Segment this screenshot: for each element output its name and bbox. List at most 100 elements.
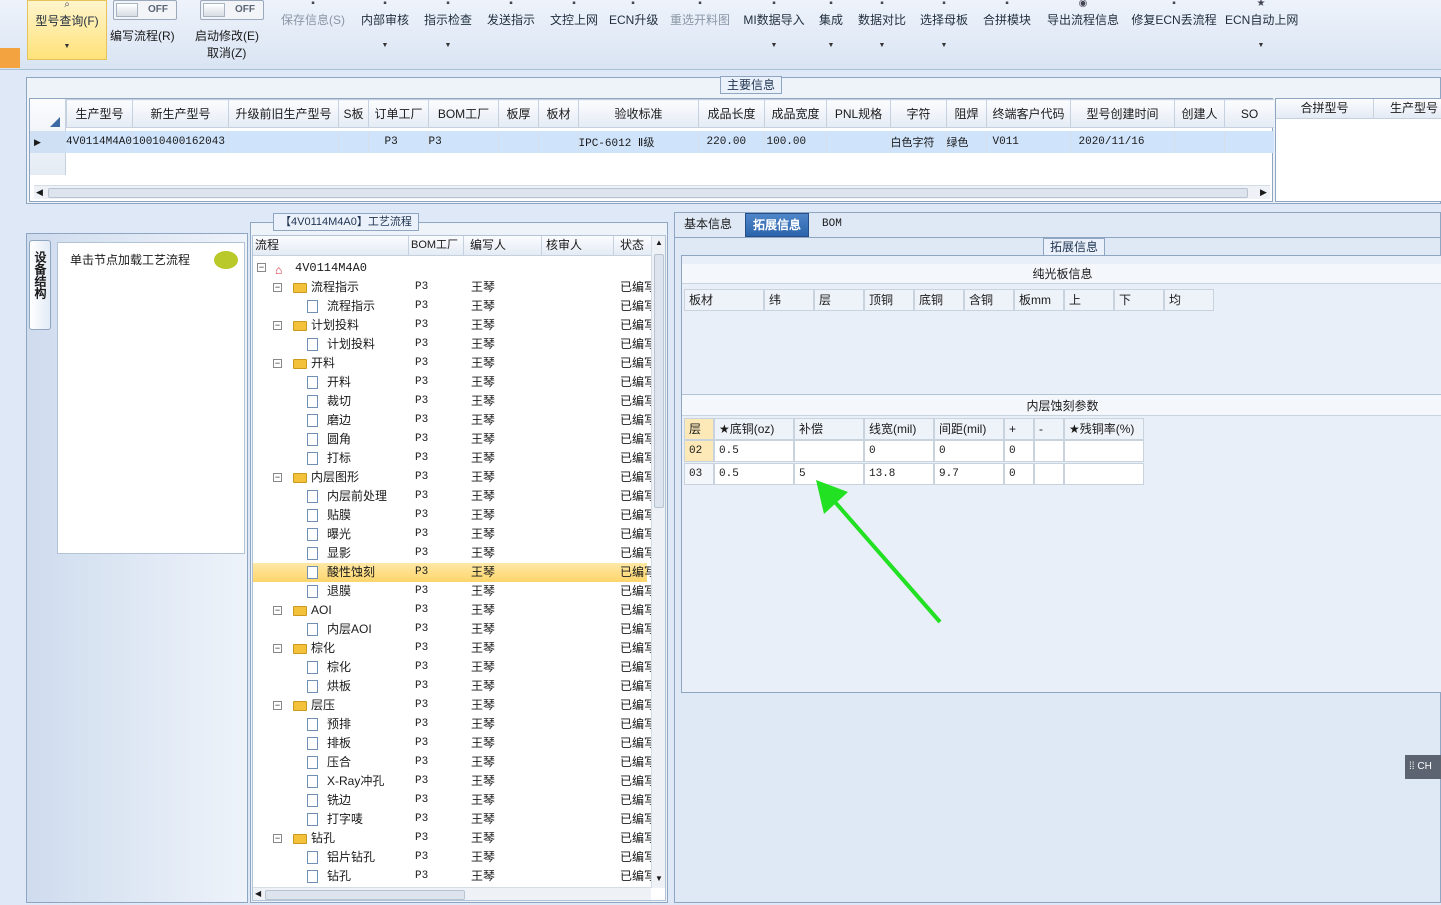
tree-root[interactable]: − ⌂ 4V0114M4A0 bbox=[253, 259, 647, 278]
etch-value-cell[interactable] bbox=[1034, 463, 1064, 485]
col-header[interactable]: SO bbox=[1224, 99, 1274, 128]
collapse-icon[interactable]: − bbox=[273, 359, 282, 368]
cancel-button[interactable]: 取消(Z) bbox=[207, 44, 246, 61]
collapse-icon[interactable]: − bbox=[257, 263, 266, 272]
tree-leaf-node[interactable]: 内层前处理 P3 王琴 已编写 bbox=[253, 487, 651, 506]
tree-leaf-node[interactable]: 压合 P3 王琴 已编写 bbox=[253, 753, 651, 772]
etch-value-cell[interactable]: 0 bbox=[934, 440, 1004, 462]
collapse-icon[interactable]: − bbox=[273, 283, 282, 292]
internal-review-button[interactable]: ▪ 内部审核 ▼ bbox=[358, 0, 412, 62]
tree-leaf-node[interactable]: 圆角 P3 王琴 已编写 bbox=[253, 430, 651, 449]
tree-horizontal-scrollbar[interactable]: ◀ bbox=[253, 887, 651, 900]
tree-leaf-node[interactable]: 预排 P3 王琴 已编写 bbox=[253, 715, 651, 734]
plain-board-col-header[interactable]: 含铜 bbox=[964, 289, 1014, 311]
instruction-check-button[interactable]: ▪ 指示检查 ▼ bbox=[421, 0, 475, 62]
plain-board-col-header[interactable]: 纬 bbox=[764, 289, 814, 311]
etch-value-cell[interactable] bbox=[1034, 440, 1064, 462]
scroll-left-arrow[interactable]: ◀ bbox=[36, 187, 43, 198]
export-flow-button[interactable]: ◉ 导出流程信息 bbox=[1044, 0, 1122, 62]
tree-folder-node[interactable]: − 流程指示 P3 王琴 已编写 bbox=[253, 278, 651, 297]
etch-value-cell[interactable] bbox=[1064, 463, 1144, 485]
cell-char[interactable]: 白色字符 bbox=[890, 131, 947, 153]
scroll-thumb[interactable] bbox=[48, 188, 1248, 198]
tree-leaf-node[interactable]: 开料 P3 王琴 已编写 bbox=[253, 373, 651, 392]
tree-leaf-node[interactable]: X-Ray冲孔 P3 王琴 已编写 bbox=[253, 772, 651, 791]
tree-folder-node[interactable]: − 内层图形 P3 王琴 已编写 bbox=[253, 468, 651, 487]
tree-leaf-node[interactable]: 显影 P3 王琴 已编写 bbox=[253, 544, 651, 563]
horizontal-scrollbar[interactable]: ◀ ▶ bbox=[34, 185, 1270, 199]
save-info-button[interactable]: ▪ 保存信息(S) bbox=[278, 0, 348, 62]
tree-folder-node[interactable]: − 棕化 P3 王琴 已编写 bbox=[253, 639, 651, 658]
col-header[interactable]: 验收标准 bbox=[578, 99, 699, 128]
collapse-icon[interactable]: − bbox=[273, 321, 282, 330]
etch-col-header[interactable]: - bbox=[1034, 418, 1064, 440]
tab-bom[interactable]: BOM bbox=[815, 213, 849, 237]
scroll-thumb[interactable] bbox=[265, 890, 465, 900]
mi-import-button[interactable]: ▪ MI数据导入 ▼ bbox=[741, 0, 807, 62]
cell-created[interactable]: 2020/11/16 bbox=[1070, 131, 1175, 153]
reselect-cutting-button[interactable]: ▪ 重选开料图 bbox=[666, 0, 734, 62]
tree-leaf-node[interactable]: 曝光 P3 王琴 已编写 bbox=[253, 525, 651, 544]
cell-order-factory[interactable]: P3 bbox=[368, 131, 429, 153]
ecn-auto-online-button[interactable]: ★ ECN自动上网 ▼ bbox=[1225, 0, 1298, 62]
etch-value-cell[interactable]: 0 bbox=[1004, 463, 1034, 485]
tree-leaf-node[interactable]: 磨边 P3 王琴 已编写 bbox=[253, 411, 651, 430]
tree-leaf-node[interactable]: 内层AOI P3 王琴 已编写 bbox=[253, 620, 651, 639]
data-compare-button[interactable]: ▪ 数据对比 ▼ bbox=[855, 0, 909, 62]
plain-board-col-header[interactable]: 板mm bbox=[1014, 289, 1064, 311]
plain-board-col-header[interactable]: 层 bbox=[814, 289, 864, 311]
merge-module-button[interactable]: ▪ 合拼模块 bbox=[980, 0, 1034, 62]
merged-header-2[interactable]: 生产型号 bbox=[1374, 99, 1441, 119]
tab-extended-info[interactable]: 拓展信息 bbox=[745, 213, 810, 237]
col-header[interactable]: 升级前旧生产型号 bbox=[228, 99, 339, 128]
cell-so[interactable] bbox=[1224, 131, 1274, 153]
cell-model[interactable]: 4V0114M4A0 bbox=[66, 131, 133, 153]
tree-leaf-node[interactable]: 打标 P3 王琴 已编写 bbox=[253, 449, 651, 468]
integrate-button[interactable]: ▪ 集成 ▼ bbox=[814, 0, 848, 62]
tree-leaf-node[interactable]: 烘板 P3 王琴 已编写 bbox=[253, 677, 651, 696]
cell-customer[interactable]: V011 bbox=[986, 131, 1071, 153]
doc-control-online-button[interactable]: ▪ 文控上网 bbox=[547, 0, 601, 62]
col-header-author[interactable]: 编写人 bbox=[464, 236, 542, 256]
scroll-thumb[interactable] bbox=[654, 254, 664, 508]
tree-leaf-node[interactable]: 铣边 P3 王琴 已编写 bbox=[253, 791, 651, 810]
plain-board-col-header[interactable]: 下 bbox=[1114, 289, 1164, 311]
col-header[interactable]: 板厚 bbox=[498, 99, 539, 128]
col-header[interactable]: 型号创建时间 bbox=[1070, 99, 1175, 128]
select-mother-board-button[interactable]: ▪ 选择母板 ▼ bbox=[917, 0, 971, 62]
ime-indicator[interactable]: ⁞⁞ CH bbox=[1405, 755, 1441, 779]
etch-value-cell[interactable]: 0 bbox=[864, 440, 934, 462]
col-header-reviewer[interactable]: 核审人 bbox=[542, 236, 614, 256]
col-header[interactable]: 成品宽度 bbox=[764, 99, 827, 128]
etch-col-header[interactable]: 层 bbox=[684, 418, 714, 440]
collapse-icon[interactable]: − bbox=[273, 473, 282, 482]
etch-value-cell[interactable]: 0.5 bbox=[714, 440, 794, 462]
plain-board-col-header[interactable]: 顶铜 bbox=[864, 289, 914, 311]
tree-folder-node[interactable]: − 层压 P3 王琴 已编写 bbox=[253, 696, 651, 715]
col-header[interactable]: 生产型号 bbox=[66, 99, 133, 128]
col-header-flow[interactable]: 流程 bbox=[253, 236, 409, 256]
collapse-icon[interactable]: − bbox=[273, 644, 282, 653]
col-header[interactable]: 终端客户代码 bbox=[986, 99, 1071, 128]
col-header[interactable]: 成品长度 bbox=[698, 99, 765, 128]
scroll-down-arrow[interactable]: ▼ bbox=[655, 874, 663, 883]
etch-value-cell[interactable] bbox=[794, 440, 864, 462]
etch-layer-cell[interactable]: 03 bbox=[684, 463, 714, 485]
cell-creator[interactable] bbox=[1174, 131, 1225, 153]
tree-leaf-node[interactable]: 酸性蚀刻 P3 王琴 已编写 bbox=[253, 563, 651, 582]
cell-material[interactable] bbox=[538, 131, 579, 153]
collapse-icon[interactable]: − bbox=[273, 606, 282, 615]
etch-col-header[interactable]: 间距(mil) bbox=[934, 418, 1004, 440]
cell-pnl[interactable] bbox=[826, 131, 891, 153]
tree-leaf-node[interactable]: 棕化 P3 王琴 已编写 bbox=[253, 658, 651, 677]
tree-folder-node[interactable]: − 计划投料 P3 王琴 已编写 bbox=[253, 316, 651, 335]
col-header[interactable]: 板材 bbox=[538, 99, 579, 128]
etch-col-header[interactable]: + bbox=[1004, 418, 1034, 440]
repair-ecn-flow-button[interactable]: ▪ 修复ECN丢流程 bbox=[1131, 0, 1217, 62]
send-instruction-button[interactable]: ▪ 发送指示 bbox=[484, 0, 538, 62]
merged-header-1[interactable]: 合拼型号 bbox=[1276, 99, 1374, 119]
cell-length[interactable]: 220.00 bbox=[698, 131, 765, 153]
cell-standard[interactable]: IPC-6012 Ⅱ级 bbox=[578, 131, 699, 153]
tree-vertical-scrollbar[interactable]: ▲ ▼ bbox=[651, 236, 665, 888]
etch-value-cell[interactable]: 0.5 bbox=[714, 463, 794, 485]
